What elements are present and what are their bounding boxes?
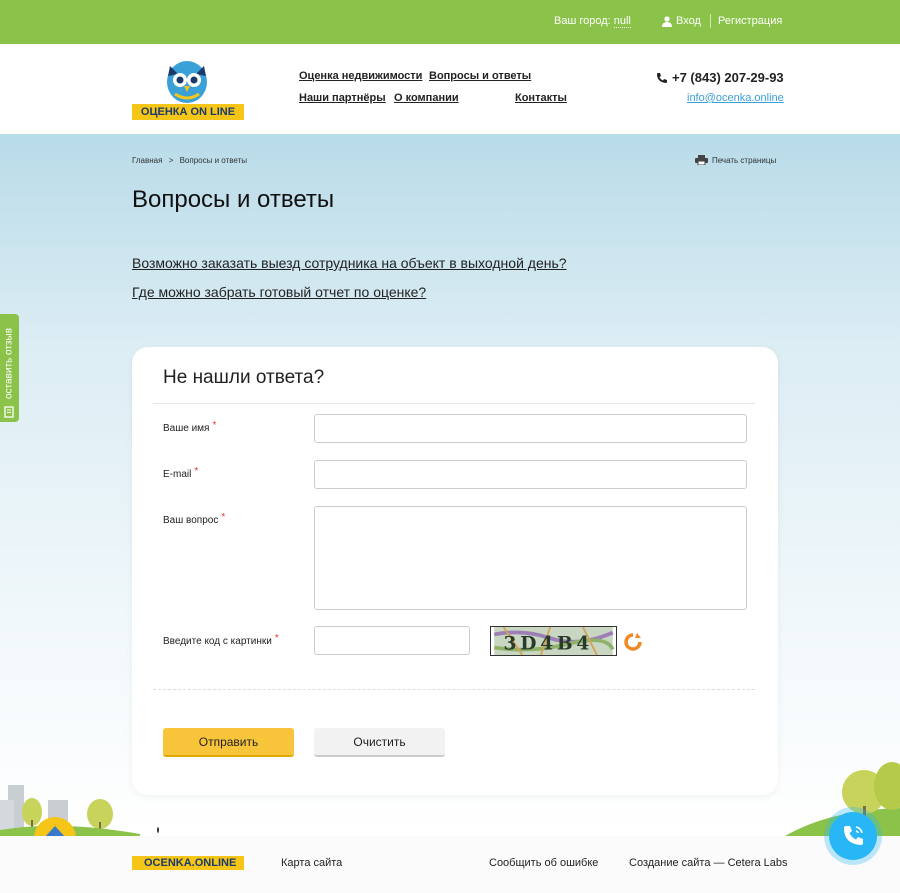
form-title: Не нашли ответа? <box>163 367 325 388</box>
refresh-captcha-icon[interactable] <box>624 633 642 651</box>
page-title: Вопросы и ответы <box>132 186 335 213</box>
faq-question-link[interactable]: Где можно забрать готовый отчет по оценк… <box>132 284 426 300</box>
captcha-image: 3D4B4 <box>490 626 617 656</box>
breadcrumb-home[interactable]: Главная <box>132 156 162 165</box>
print-page-link[interactable]: Печать страницы <box>695 155 776 165</box>
breadcrumb: Главная > Вопросы и ответы <box>132 156 247 165</box>
clear-button[interactable]: Очистить <box>314 728 445 757</box>
divider <box>153 689 755 690</box>
city-value[interactable]: null <box>613 15 631 28</box>
phone-number: +7 (843) 207-29-93 <box>672 70 784 85</box>
breadcrumb-current: Вопросы и ответы <box>179 156 247 165</box>
breadcrumb-separator: > <box>168 156 174 165</box>
question-form-card: Не нашли ответа? Ваше имя * E-mail * Ваш в… <box>132 347 778 795</box>
login-link[interactable]: Вход <box>662 15 701 27</box>
feedback-side-tab[interactable]: оставить отзыв <box>0 314 19 422</box>
owl-logo-icon <box>167 61 207 103</box>
sitemap-link[interactable]: Карта сайта <box>281 857 342 869</box>
city-label: Ваш город: <box>554 15 611 27</box>
printer-icon <box>695 155 708 165</box>
captcha-text: 3D4B4 <box>504 632 594 654</box>
question-textarea[interactable] <box>314 506 747 610</box>
phone-icon <box>657 72 667 83</box>
nav-item-contacts[interactable]: Контакты <box>515 92 567 104</box>
footer-logo[interactable]: OCENKA.ONLINE <box>132 856 244 870</box>
print-label: Печать страницы <box>712 155 777 165</box>
divider <box>710 14 711 28</box>
footer: OCENKA.ONLINE Карта сайта Сообщить об ош… <box>0 836 900 893</box>
required-mark: * <box>212 420 217 431</box>
report-error-link[interactable]: Сообщить об ошибке <box>489 857 598 869</box>
name-input[interactable] <box>314 414 747 443</box>
nav-item-about[interactable]: О компании <box>394 92 459 104</box>
logo-text: ОЦЕНКА ON LINE <box>132 104 244 120</box>
faq-question-link[interactable]: Возможно заказать выезд сотрудника на об… <box>132 255 567 271</box>
phone-icon <box>844 826 863 845</box>
main-content: Главная > Вопросы и ответы Печать страни… <box>0 134 900 834</box>
required-mark: * <box>194 466 199 477</box>
feedback-tab-label: оставить отзыв <box>3 327 15 400</box>
name-label: Ваше имя * <box>163 420 217 434</box>
captcha-input[interactable] <box>314 626 470 655</box>
question-label: Ваш вопрос * <box>163 512 226 526</box>
header: ОЦЕНКА ON LINE Оценка недвижимости Вопро… <box>0 44 900 134</box>
required-mark: * <box>274 633 279 644</box>
user-icon <box>662 15 672 27</box>
required-mark: * <box>221 512 226 523</box>
note-icon <box>4 406 14 418</box>
divider <box>153 403 755 404</box>
email-label: E-mail * <box>163 466 199 480</box>
submit-button[interactable]: Отправить <box>163 728 294 757</box>
login-label: Вход <box>676 15 701 27</box>
nav-item-faq[interactable]: Вопросы и ответы <box>429 70 531 82</box>
city-selector[interactable]: Ваш город: null <box>554 15 631 28</box>
captcha-label: Введите код с картинки * <box>163 633 279 647</box>
call-button[interactable] <box>829 812 877 860</box>
register-link[interactable]: Регистрация <box>718 15 782 27</box>
nav-item-valuation[interactable]: Оценка недвижимости <box>299 70 422 82</box>
phone-link[interactable]: +7 (843) 207-29-93 <box>656 70 784 85</box>
email-link[interactable]: info@ocenka.online <box>687 92 784 104</box>
landscape-illustration <box>0 762 900 836</box>
logo[interactable]: ОЦЕНКА ON LINE <box>132 56 244 122</box>
email-input[interactable] <box>314 460 747 489</box>
nav-item-partners[interactable]: Наши партнёры <box>299 92 386 104</box>
credits-link[interactable]: Создание сайта — Cetera Labs <box>629 857 788 869</box>
top-bar: Ваш город: null Вход Регистрация <box>0 0 900 44</box>
